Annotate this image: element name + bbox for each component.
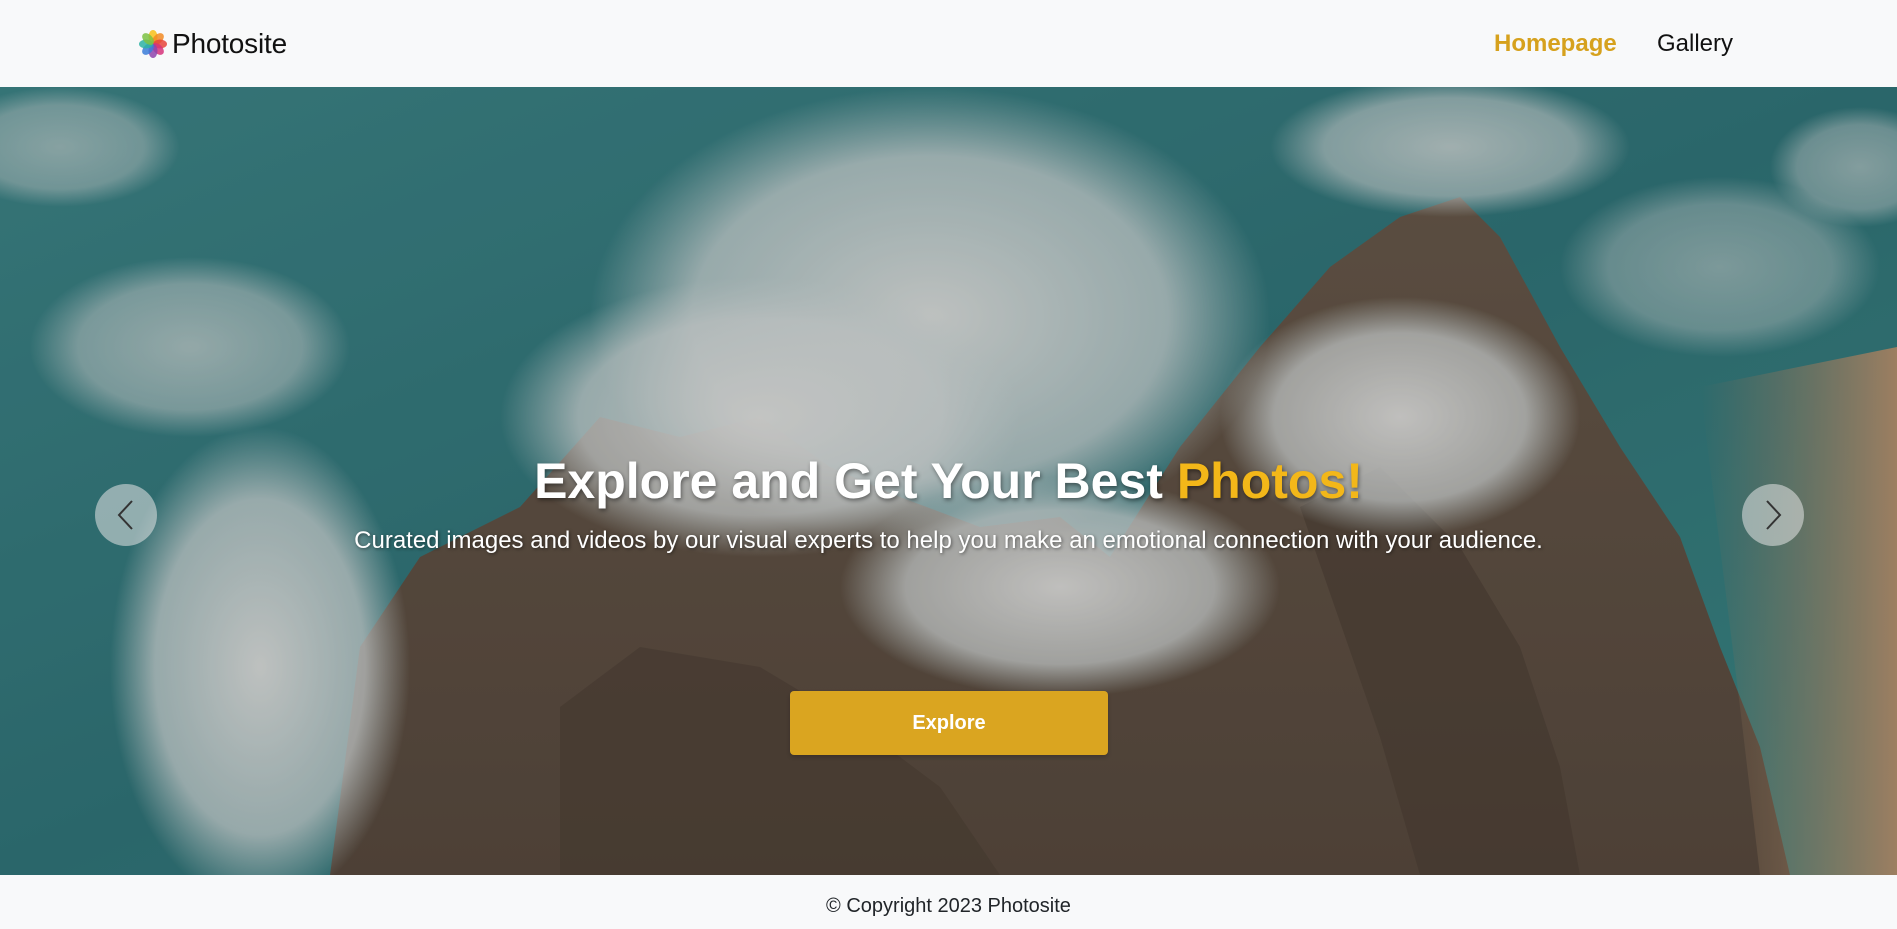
brand-name: Photosite xyxy=(172,28,287,59)
navbar: Photosite Homepage Gallery xyxy=(0,0,1897,87)
hero-title: Explore and Get Your Best Photos! xyxy=(0,451,1897,511)
nav-link-gallery[interactable]: Gallery xyxy=(1657,28,1733,60)
hero-title-accent: Photos! xyxy=(1176,453,1363,509)
nav-link-homepage[interactable]: Homepage xyxy=(1494,28,1617,60)
flower-logo-icon xyxy=(139,30,167,58)
hero-carousel: Explore and Get Your Best Photos! Curate… xyxy=(0,87,1897,875)
copyright-text: © Copyright 2023 Photosite xyxy=(826,895,1071,917)
explore-button[interactable]: Explore xyxy=(790,691,1108,755)
hero-title-main: Explore and Get Your Best xyxy=(534,453,1177,509)
hero-subtitle: Curated images and videos by our visual … xyxy=(354,527,1543,554)
footer: © Copyright 2023 Photosite xyxy=(0,875,1897,929)
brand-link[interactable]: Photosite xyxy=(138,26,287,62)
